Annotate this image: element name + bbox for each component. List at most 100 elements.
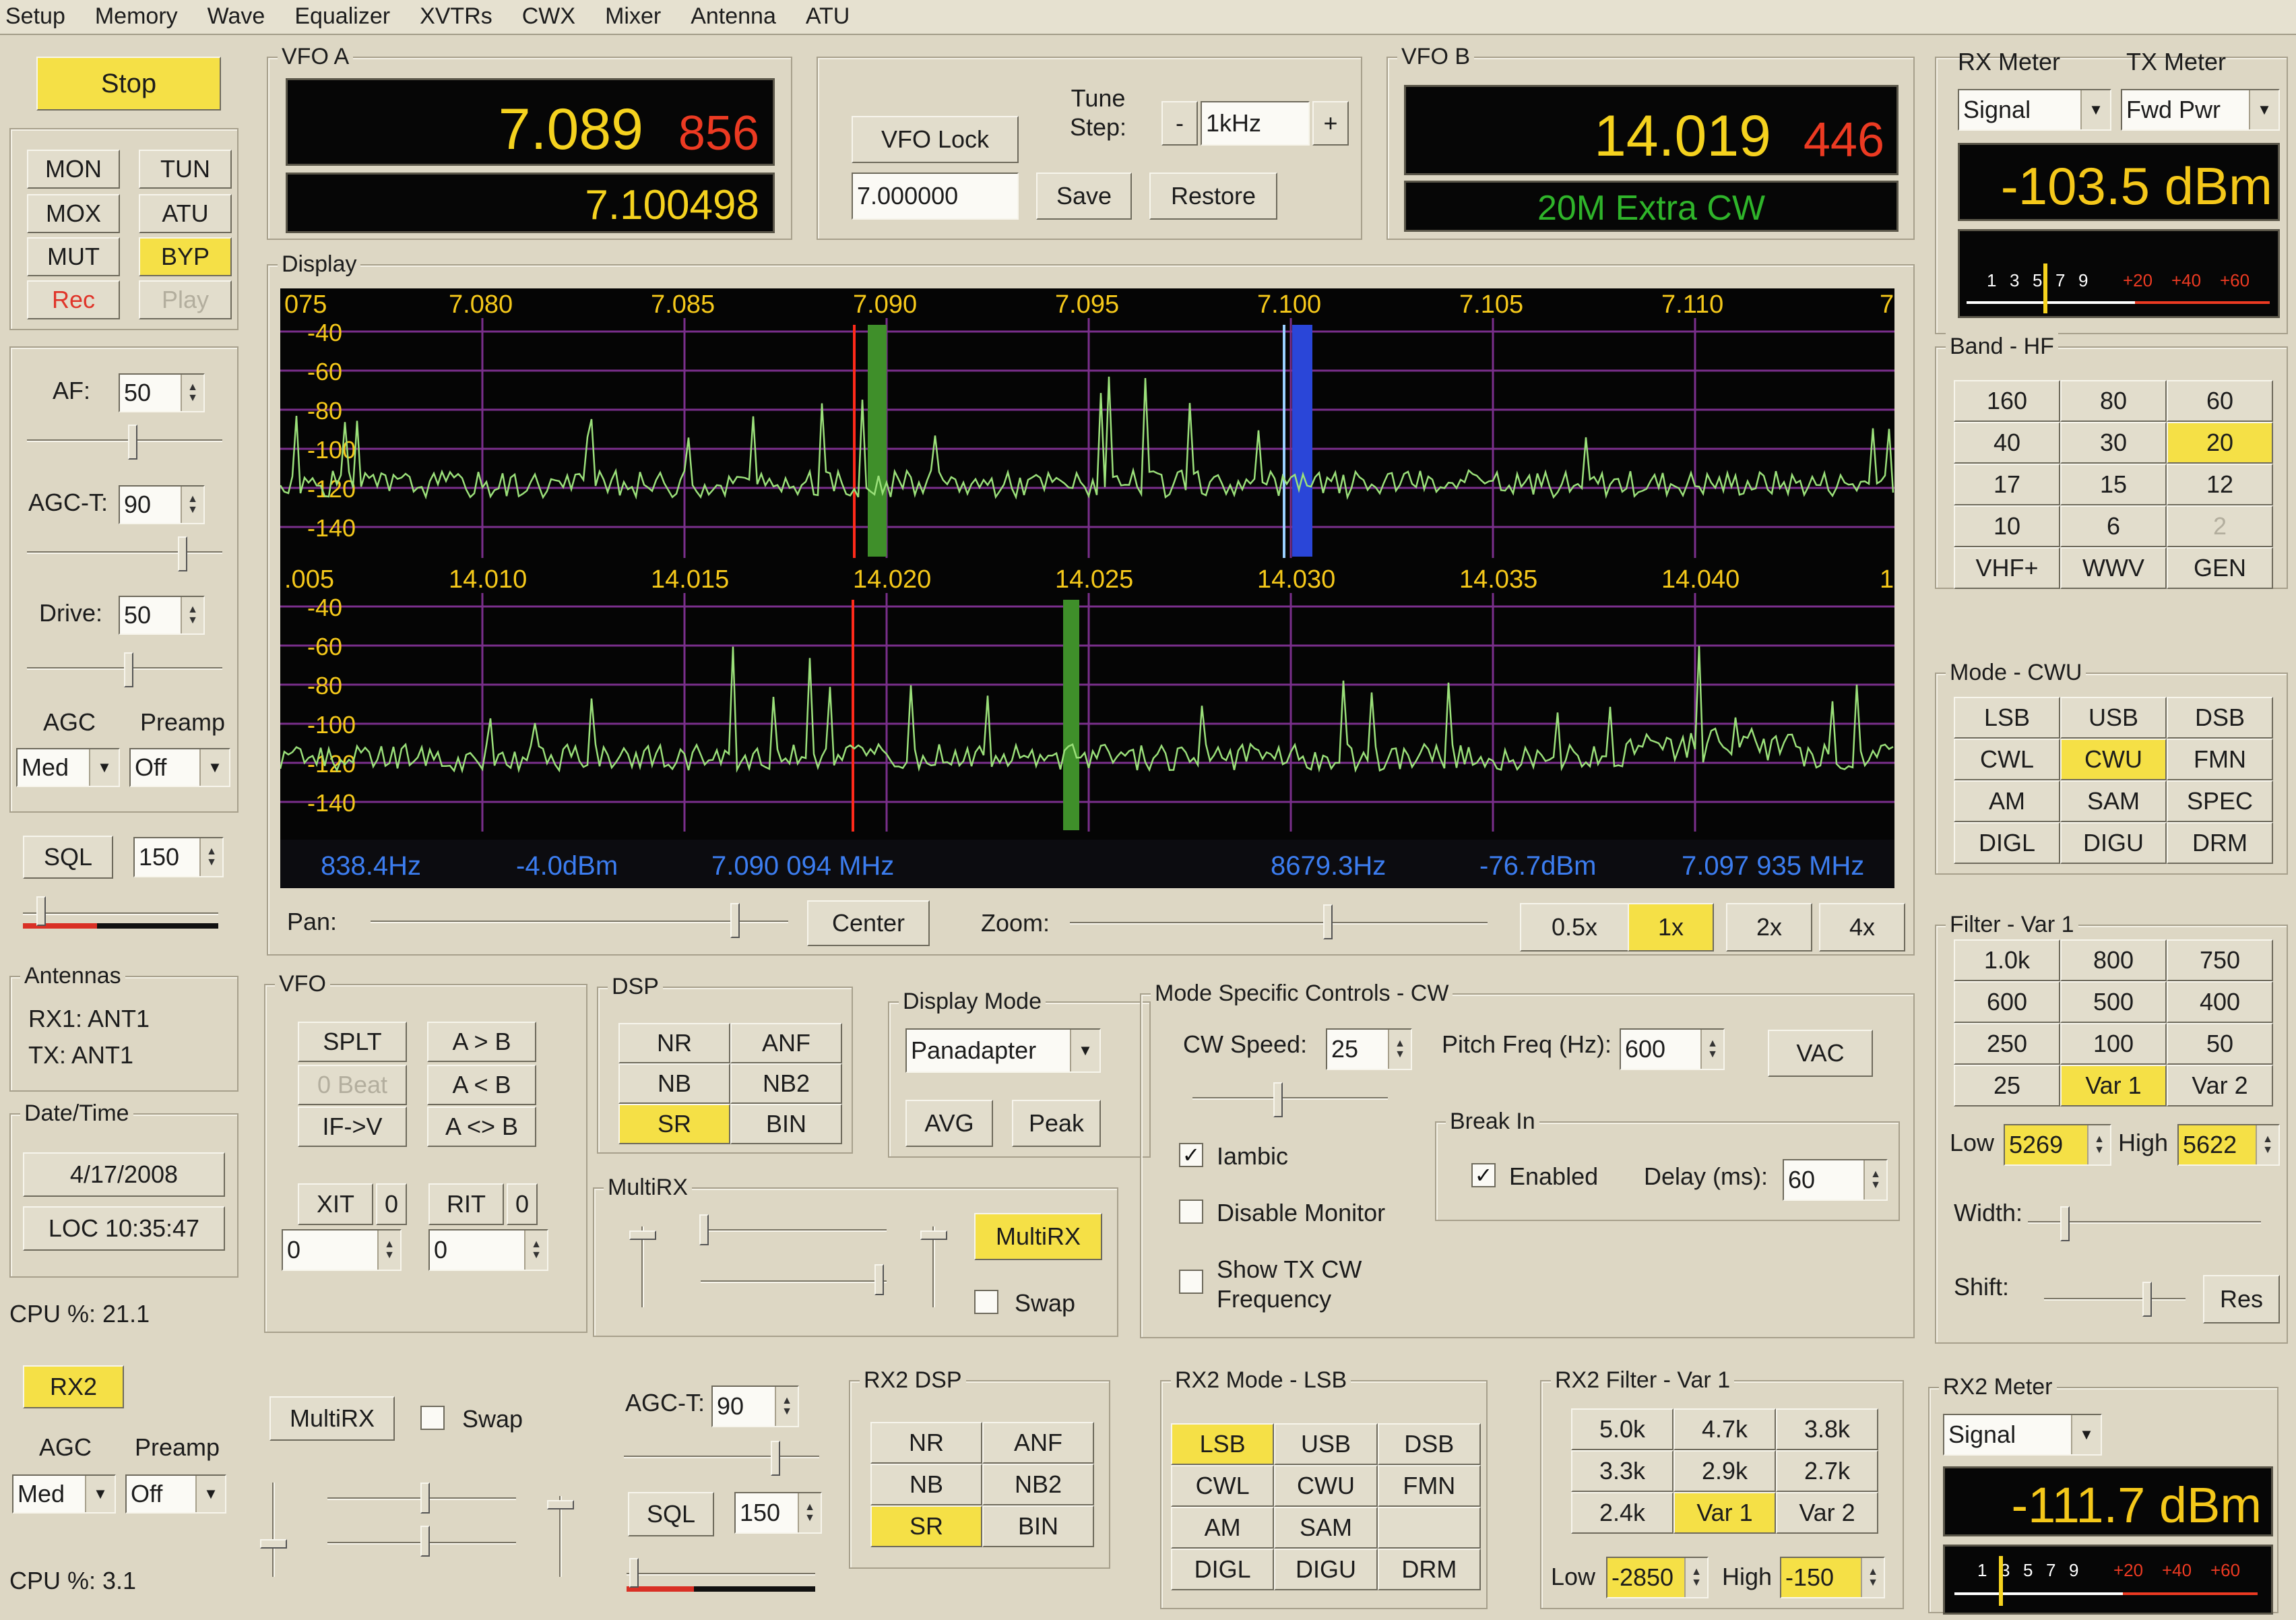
break-in-enabled-checkbox[interactable]: ✓ bbox=[1471, 1163, 1496, 1187]
band-80-button[interactable]: 80 bbox=[2060, 380, 2167, 422]
delay-field[interactable]: 60 ▲ ▼ bbox=[1783, 1159, 1888, 1201]
zoom-0.5x-button[interactable]: 0.5x bbox=[1520, 903, 1629, 952]
mode-am-button[interactable]: AM bbox=[1954, 780, 2060, 822]
mode-lsb-button[interactable]: LSB bbox=[1954, 697, 2060, 739]
disable-monitor-checkbox[interactable] bbox=[1179, 1200, 1203, 1224]
rx2-mode-fmn-button[interactable]: FMN bbox=[1377, 1465, 1481, 1507]
rx2-agct-field[interactable]: 90 ▲ ▼ bbox=[711, 1385, 799, 1427]
rx2-pan-slider-1[interactable] bbox=[420, 1483, 430, 1514]
rx2-mode-am-button[interactable]: AM bbox=[1171, 1507, 1275, 1549]
restore-button[interactable]: Restore bbox=[1149, 173, 1277, 220]
multirx-vslider-1[interactable] bbox=[629, 1230, 656, 1240]
filter-600-button[interactable]: 600 bbox=[1954, 981, 2060, 1023]
mut-button[interactable]: MUT bbox=[27, 237, 120, 276]
rx2-mode-dsb-button[interactable]: DSB bbox=[1377, 1423, 1481, 1465]
band-6-button[interactable]: 6 bbox=[2060, 505, 2167, 547]
band-60-button[interactable]: 60 bbox=[2167, 380, 2273, 422]
mode-usb-button[interactable]: USB bbox=[2060, 697, 2167, 739]
band-2-button[interactable]: 2 bbox=[2167, 505, 2273, 547]
band-vhf--button[interactable]: VHF+ bbox=[1954, 547, 2060, 589]
multirx-pan-slider-1[interactable] bbox=[699, 1214, 709, 1245]
width-slider[interactable] bbox=[2060, 1206, 2070, 1241]
sql-slider[interactable] bbox=[36, 896, 46, 926]
rx-meter-select[interactable]: Signal ▼ bbox=[1958, 89, 2111, 131]
band-12-button[interactable]: 12 bbox=[2167, 464, 2273, 505]
filter-25-button[interactable]: 25 bbox=[1954, 1065, 2060, 1107]
rx2-dsp-bin-button[interactable]: BIN bbox=[982, 1505, 1094, 1547]
multirx-pan-slider-2[interactable] bbox=[874, 1264, 884, 1295]
show-tx-cw-checkbox[interactable] bbox=[1179, 1270, 1203, 1294]
sql-button[interactable]: SQL bbox=[23, 836, 113, 879]
rx2-filter-var-1-button[interactable]: Var 1 bbox=[1673, 1492, 1776, 1534]
rx2-pan-slider-2[interactable] bbox=[420, 1526, 430, 1557]
rx2-filter-low-field[interactable]: -2850 ▲ ▼ bbox=[1606, 1557, 1709, 1598]
tune-step-field[interactable]: 1kHz bbox=[1201, 101, 1310, 146]
af-slider[interactable] bbox=[128, 425, 137, 460]
rx2-button[interactable]: RX2 bbox=[23, 1365, 124, 1408]
rx2-mode-sam-button[interactable]: SAM bbox=[1274, 1507, 1378, 1549]
rx2-filter-3-3k-button[interactable]: 3.3k bbox=[1571, 1450, 1673, 1492]
rx2-mode-cwu-button[interactable]: CWU bbox=[1274, 1465, 1378, 1507]
mode-digl-button[interactable]: DIGL bbox=[1954, 822, 2060, 864]
vfoa-display[interactable]: 7.089 856 bbox=[286, 78, 775, 166]
af-field[interactable]: 50 ▲ ▼ bbox=[119, 373, 205, 412]
rx2-filter-2-7k-button[interactable]: 2.7k bbox=[1776, 1450, 1878, 1492]
rx2-agct-slider[interactable] bbox=[771, 1441, 780, 1476]
rx2-filter-3-8k-button[interactable]: 3.8k bbox=[1776, 1408, 1878, 1450]
mox-button[interactable]: MOX bbox=[27, 194, 120, 233]
iambic-checkbox[interactable]: ✓ bbox=[1179, 1143, 1203, 1167]
mode-cwu-button[interactable]: CWU bbox=[2060, 739, 2167, 780]
center-button[interactable]: Center bbox=[807, 900, 930, 946]
zoom-4x-button[interactable]: 4x bbox=[1819, 903, 1905, 952]
band-40-button[interactable]: 40 bbox=[1954, 422, 2060, 464]
rx2-preamp-select[interactable]: Off ▼ bbox=[125, 1474, 226, 1514]
agc-select[interactable]: Med ▼ bbox=[16, 748, 120, 787]
rx2-multirx-button[interactable]: MultiRX bbox=[269, 1396, 395, 1441]
vfo-freq-field[interactable]: 7.000000 bbox=[852, 173, 1019, 220]
drive-field[interactable]: 50 ▲ ▼ bbox=[119, 596, 205, 635]
pitch-field[interactable]: 600 ▲ ▼ bbox=[1620, 1028, 1725, 1070]
preamp-select[interactable]: Off ▼ bbox=[129, 748, 230, 787]
rx2-mode-usb-button[interactable]: USB bbox=[1274, 1423, 1378, 1465]
rx2-vslider-1[interactable] bbox=[260, 1539, 287, 1549]
dsp-anf-button[interactable]: ANF bbox=[730, 1023, 842, 1063]
vfo-lock-button[interactable]: VFO Lock bbox=[852, 116, 1019, 163]
if-to-v-button[interactable]: IF->V bbox=[298, 1107, 407, 1147]
mode-digu-button[interactable]: DIGU bbox=[2060, 822, 2167, 864]
band-30-button[interactable]: 30 bbox=[2060, 422, 2167, 464]
mode-dsb-button[interactable]: DSB bbox=[2167, 697, 2273, 739]
vfoa-sub-display[interactable]: 7.100498 bbox=[286, 173, 775, 233]
rx2-filter-high-field[interactable]: -150 ▲ ▼ bbox=[1780, 1557, 1885, 1598]
multirx-button[interactable]: MultiRX bbox=[974, 1213, 1102, 1260]
a-to-b-button[interactable]: A > B bbox=[427, 1022, 536, 1062]
pan-slider[interactable] bbox=[730, 903, 740, 938]
mon-button[interactable]: MON bbox=[27, 150, 120, 189]
shift-slider[interactable] bbox=[2142, 1282, 2152, 1317]
band-15-button[interactable]: 15 bbox=[2060, 464, 2167, 505]
agct-slider[interactable] bbox=[178, 536, 187, 571]
mode-cwl-button[interactable]: CWL bbox=[1954, 739, 2060, 780]
play-button[interactable]: Play bbox=[139, 280, 232, 319]
dsp-nr-button[interactable]: NR bbox=[618, 1023, 730, 1063]
menu-cwx[interactable]: CWX bbox=[517, 0, 575, 32]
filter-1-0k-button[interactable]: 1.0k bbox=[1954, 939, 2060, 981]
vac-button[interactable]: VAC bbox=[1768, 1030, 1873, 1077]
multirx-vslider-2[interactable] bbox=[920, 1230, 947, 1240]
mode-drm-button[interactable]: DRM bbox=[2167, 822, 2273, 864]
panadapter-display[interactable]: -40 -60 -80 -100 -120 -140 075 7.080 7.085 7.090 7… bbox=[280, 288, 1894, 888]
rec-button[interactable]: Rec bbox=[27, 280, 120, 319]
sql-field[interactable]: 150 ▲ ▼ bbox=[133, 837, 224, 877]
menu-xvtrs[interactable]: XVTRs bbox=[414, 0, 492, 32]
rx2-mode-lsb-button[interactable]: LSB bbox=[1171, 1423, 1275, 1465]
rx2-dsp-nr-button[interactable]: NR bbox=[870, 1422, 982, 1464]
rx2-filter-5-0k-button[interactable]: 5.0k bbox=[1571, 1408, 1673, 1450]
zero-beat-button[interactable]: 0 Beat bbox=[298, 1065, 407, 1105]
rit-clear-button[interactable]: 0 bbox=[507, 1183, 538, 1225]
rx2-dsp-nb2-button[interactable]: NB2 bbox=[982, 1464, 1094, 1505]
filter-low-field[interactable]: 5269 ▲ ▼ bbox=[2004, 1124, 2111, 1166]
filter-high-field[interactable]: 5622 ▲ ▼ bbox=[2177, 1124, 2280, 1166]
zoom-slider[interactable] bbox=[1323, 904, 1333, 939]
display-mode-select[interactable]: Panadapter ▼ bbox=[905, 1028, 1101, 1073]
rx2-sql-slider[interactable] bbox=[629, 1558, 639, 1588]
rx2-swap-checkbox[interactable] bbox=[420, 1406, 445, 1430]
